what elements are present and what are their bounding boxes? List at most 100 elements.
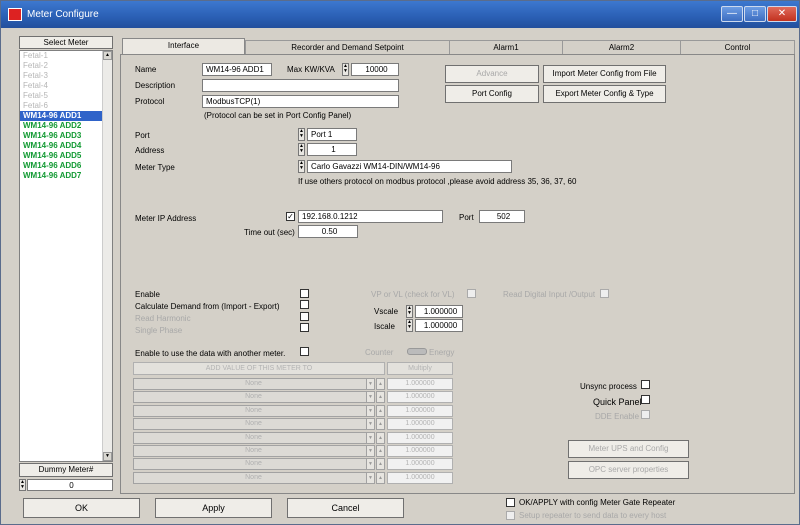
ip-port-input[interactable]: 502 bbox=[479, 210, 525, 223]
select-meter-button[interactable]: Select Meter bbox=[19, 36, 113, 49]
tab-interface[interactable]: Interface bbox=[122, 38, 245, 55]
vscale-input[interactable]: 1.000000 bbox=[415, 305, 463, 318]
apply-button[interactable]: Apply bbox=[155, 498, 272, 518]
chevron-down-icon[interactable]: ▼ bbox=[366, 431, 375, 444]
multiply-value[interactable]: 1.000000 bbox=[387, 471, 453, 484]
multiply-spinner[interactable]: ▲ bbox=[376, 445, 385, 457]
import-config-button[interactable]: Import Meter Config from File bbox=[543, 65, 666, 83]
chevron-down-icon[interactable]: ▼ bbox=[366, 458, 375, 471]
multiply-spinner[interactable]: ▲ bbox=[376, 404, 385, 417]
dummy-meter-button[interactable]: Dummy Meter# bbox=[19, 463, 113, 477]
meter-list[interactable]: Fetal-1 Fetal-2 Fetal-3 Fetal-4 Fetal-5 Fetal… bbox=[19, 50, 113, 462]
scroll-down-icon[interactable]: ▼ bbox=[103, 452, 112, 461]
group-meter-select[interactable]: None bbox=[133, 431, 374, 444]
unsync-checkbox[interactable] bbox=[641, 380, 650, 389]
opc-server-button[interactable]: OPC server properties bbox=[568, 461, 689, 479]
multiply-value[interactable]: 1.000000 bbox=[387, 458, 453, 471]
chevron-down-icon[interactable]: ▼ bbox=[366, 404, 375, 417]
name-input[interactable]: WM14-96 ADD1 bbox=[202, 63, 272, 76]
meter-list-item[interactable]: WM14-96 ADD5 bbox=[20, 151, 112, 161]
dde-enable-checkbox[interactable] bbox=[641, 410, 650, 419]
advance-button[interactable]: Advance bbox=[445, 65, 539, 83]
group-meter-select[interactable]: None bbox=[133, 391, 374, 404]
timeout-input[interactable]: 0.50 bbox=[298, 225, 358, 238]
enable-checkbox[interactable] bbox=[300, 289, 309, 298]
tab-alarm2[interactable]: Alarm2 bbox=[562, 40, 680, 54]
multiply-value[interactable]: 1.000000 bbox=[387, 445, 453, 457]
iscale-spinner[interactable]: ▲ ▼ bbox=[406, 319, 413, 332]
description-input[interactable] bbox=[202, 79, 399, 92]
title-bar[interactable]: Meter Configure — □ ✕ bbox=[1, 1, 799, 28]
port-input[interactable]: Port 1 bbox=[307, 128, 357, 141]
meter-list-item[interactable]: WM14-96 ADD2 bbox=[20, 121, 112, 131]
multiply-value[interactable]: 1.000000 bbox=[387, 378, 453, 390]
group-meter-select[interactable]: None bbox=[133, 404, 374, 417]
vscale-spinner[interactable]: ▲ ▼ bbox=[406, 305, 413, 318]
protocol-input[interactable]: ModbusTCP(1) bbox=[202, 95, 399, 108]
dummy-meter-spinner[interactable]: ▲ ▼ bbox=[19, 479, 26, 491]
meter-list-item[interactable]: Fetal-5 bbox=[20, 91, 112, 101]
scroll-up-icon[interactable]: ▲ bbox=[103, 51, 112, 60]
group-meter-select[interactable]: None bbox=[133, 378, 374, 390]
multiply-spinner[interactable]: ▲ bbox=[376, 391, 385, 404]
chevron-down-icon[interactable]: ▼ bbox=[366, 445, 375, 457]
ok-button[interactable]: OK bbox=[23, 498, 140, 518]
address-input[interactable]: 1 bbox=[307, 143, 357, 156]
meter-list-item[interactable]: WM14-96 ADD3 bbox=[20, 131, 112, 141]
vp-vl-checkbox[interactable] bbox=[467, 289, 476, 298]
setup-repeater-checkbox[interactable] bbox=[506, 511, 515, 520]
group-meter-select[interactable]: None bbox=[133, 418, 374, 431]
meter-list-item[interactable]: WM14-96 ADD6 bbox=[20, 161, 112, 171]
close-button[interactable]: ✕ bbox=[767, 6, 797, 22]
meter-list-scrollbar[interactable]: ▲ ▼ bbox=[102, 51, 112, 461]
meter-list-item[interactable]: WM14-96 ADD1 bbox=[20, 111, 112, 121]
multiply-value[interactable]: 1.000000 bbox=[387, 418, 453, 431]
enable-other-meter-checkbox[interactable] bbox=[300, 347, 309, 356]
meter-ip-checkbox[interactable]: ✓ bbox=[286, 212, 295, 221]
address-spinner[interactable]: ▲ ▼ bbox=[298, 143, 305, 156]
multiply-spinner[interactable]: ▲ bbox=[376, 471, 385, 484]
multiply-spinner[interactable]: ▲ bbox=[376, 431, 385, 444]
chevron-down-icon[interactable]: ▼ bbox=[366, 418, 375, 431]
meter-type-input[interactable]: Carlo Gavazzi WM14-DIN/WM14-96 bbox=[307, 160, 512, 173]
chevron-down-icon[interactable]: ▼ bbox=[366, 378, 375, 390]
calc-demand-checkbox[interactable] bbox=[300, 300, 309, 309]
read-harmonic-checkbox[interactable] bbox=[300, 312, 309, 321]
meter-ups-config-button[interactable]: Meter UPS and Config bbox=[568, 440, 689, 458]
read-digital-checkbox[interactable] bbox=[600, 289, 609, 298]
tab-alarm1[interactable]: Alarm1 bbox=[449, 40, 562, 54]
meter-ip-input[interactable]: 192.168.0.1212 bbox=[298, 210, 443, 223]
multiply-spinner[interactable]: ▲ bbox=[376, 418, 385, 431]
meter-list-item[interactable]: WM14-96 ADD7 bbox=[20, 171, 112, 181]
maximize-button[interactable]: □ bbox=[744, 6, 766, 22]
counter-energy-toggle[interactable] bbox=[407, 348, 427, 355]
quick-panel-checkbox[interactable] bbox=[641, 395, 650, 404]
iscale-input[interactable]: 1.000000 bbox=[415, 319, 463, 332]
meter-list-item[interactable]: Fetal-3 bbox=[20, 71, 112, 81]
max-kw-spinner[interactable]: ▲ ▼ bbox=[342, 63, 349, 76]
dummy-meter-value[interactable]: 0 bbox=[27, 479, 113, 491]
meter-list-item[interactable]: Fetal-6 bbox=[20, 101, 112, 111]
multiply-spinner[interactable]: ▲ bbox=[376, 458, 385, 471]
multiply-value[interactable]: 1.000000 bbox=[387, 391, 453, 404]
meter-type-spinner[interactable]: ▲ ▼ bbox=[298, 160, 305, 173]
minimize-button[interactable]: — bbox=[721, 6, 743, 22]
meter-list-item[interactable]: WM14-96 ADD4 bbox=[20, 141, 112, 151]
export-config-button[interactable]: Export Meter Config & Type bbox=[543, 85, 666, 103]
cancel-button[interactable]: Cancel bbox=[287, 498, 404, 518]
group-meter-select[interactable]: None bbox=[133, 458, 374, 471]
tab-recorder-demand[interactable]: Recorder and Demand Setpoint bbox=[245, 40, 449, 54]
group-meter-select[interactable]: None bbox=[133, 471, 374, 484]
port-config-button[interactable]: Port Config bbox=[445, 85, 539, 103]
gate-repeater-checkbox[interactable] bbox=[506, 498, 515, 507]
group-meter-select[interactable]: None bbox=[133, 445, 374, 457]
max-kw-input[interactable]: 10000 bbox=[351, 63, 399, 76]
meter-list-item[interactable]: Fetal-2 bbox=[20, 61, 112, 71]
port-spinner[interactable]: ▲ ▼ bbox=[298, 128, 305, 141]
multiply-value[interactable]: 1.000000 bbox=[387, 404, 453, 417]
multiply-value[interactable]: 1.000000 bbox=[387, 431, 453, 444]
multiply-spinner[interactable]: ▲ bbox=[376, 378, 385, 390]
chevron-down-icon[interactable]: ▼ bbox=[366, 471, 375, 484]
tab-control[interactable]: Control bbox=[680, 40, 795, 54]
chevron-down-icon[interactable]: ▼ bbox=[366, 391, 375, 404]
